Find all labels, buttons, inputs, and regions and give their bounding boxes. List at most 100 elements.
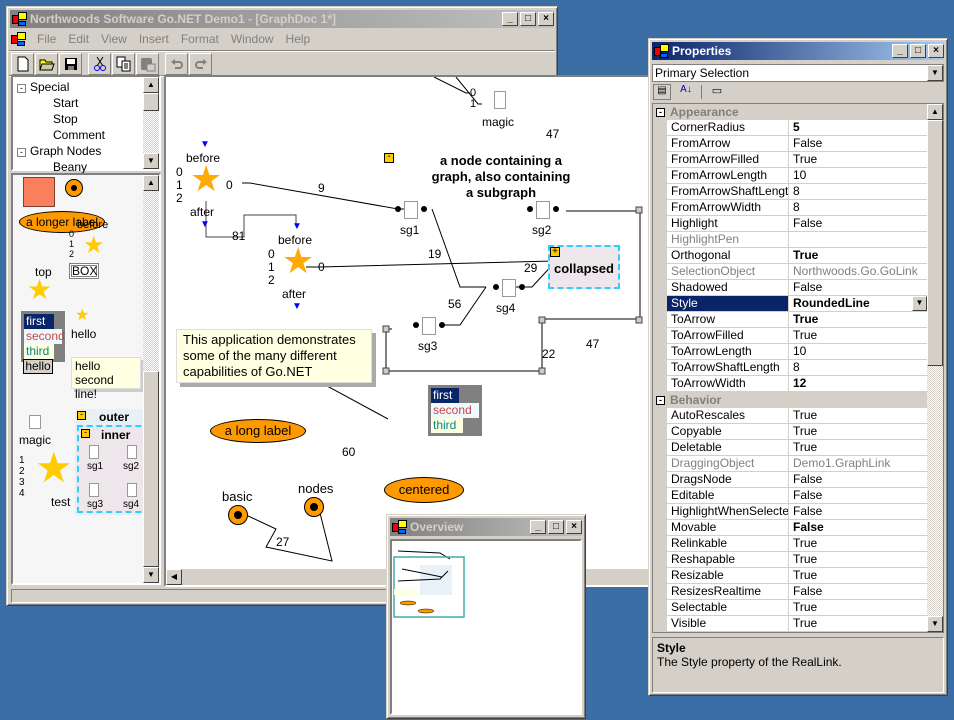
property-value[interactable]: True bbox=[789, 440, 929, 455]
property-name[interactable]: Style bbox=[667, 296, 789, 311]
close-button[interactable]: × bbox=[928, 44, 944, 58]
star-icon[interactable]: ★ bbox=[282, 241, 314, 281]
property-name[interactable]: HighlightWhenSelected bbox=[667, 504, 789, 519]
basic-circle-node[interactable] bbox=[228, 505, 248, 525]
tree-item-start[interactable]: Start bbox=[17, 95, 155, 111]
scroll-down-button[interactable]: ▼ bbox=[927, 616, 943, 632]
star-icon[interactable]: ★ bbox=[83, 231, 105, 260]
minimize-button[interactable]: _ bbox=[502, 12, 518, 26]
tree-item-stop[interactable]: Stop bbox=[17, 111, 155, 127]
property-row[interactable]: Visible True bbox=[653, 616, 929, 632]
star-icon[interactable]: ★ bbox=[27, 273, 52, 306]
property-row[interactable]: FromArrow False bbox=[653, 136, 929, 152]
property-row[interactable]: Shadowed False bbox=[653, 280, 929, 296]
property-row[interactable]: Relinkable True bbox=[653, 536, 929, 552]
property-name[interactable]: Copyable bbox=[667, 424, 789, 439]
tree-item-graph-nodes[interactable]: - Graph Nodes bbox=[17, 143, 155, 159]
property-value[interactable]: False bbox=[789, 504, 929, 519]
property-row[interactable]: Highlight False bbox=[653, 216, 929, 232]
property-value[interactable]: True bbox=[789, 424, 929, 439]
property-value[interactable]: 8 bbox=[789, 184, 929, 199]
property-row[interactable]: Editable False bbox=[653, 488, 929, 504]
palette-scrollbar[interactable]: ▲ ▼ bbox=[143, 175, 159, 583]
property-name[interactable]: Editable bbox=[667, 488, 789, 503]
property-value[interactable]: False bbox=[789, 136, 929, 151]
property-row[interactable]: Selectable True bbox=[653, 600, 929, 616]
property-value[interactable]: False bbox=[789, 520, 929, 535]
property-name[interactable]: ResizesRealtime bbox=[667, 584, 789, 599]
property-row[interactable]: SelectionObject Northwoods.Go.GoLink bbox=[653, 264, 929, 280]
property-name[interactable]: FromArrowFilled bbox=[667, 152, 789, 167]
collapse-icon[interactable]: - bbox=[656, 395, 665, 405]
document-icon[interactable] bbox=[422, 317, 436, 335]
list-item[interactable]: third bbox=[24, 344, 54, 359]
redo-icon[interactable] bbox=[189, 53, 212, 75]
minimize-button[interactable]: _ bbox=[530, 520, 546, 534]
scroll-left-button[interactable]: ◀ bbox=[166, 569, 182, 585]
magic-document-icon[interactable] bbox=[494, 91, 506, 109]
category-behavior[interactable]: - Behavior bbox=[653, 392, 929, 408]
list-item[interactable]: first bbox=[431, 388, 459, 403]
dropdown-arrow-icon[interactable]: ▼ bbox=[912, 296, 927, 311]
property-name[interactable]: Highlight bbox=[667, 216, 789, 231]
property-value[interactable]: 8 bbox=[789, 200, 929, 215]
property-name[interactable]: Shadowed bbox=[667, 280, 789, 295]
property-value[interactable] bbox=[789, 232, 929, 247]
property-value[interactable]: False bbox=[789, 216, 929, 231]
property-name[interactable]: DraggingObject bbox=[667, 456, 789, 471]
property-name[interactable]: FromArrowWidth bbox=[667, 200, 789, 215]
document-icon[interactable] bbox=[536, 201, 550, 219]
property-row[interactable]: FromArrowShaftLength 8 bbox=[653, 184, 929, 200]
copy-icon[interactable] bbox=[112, 53, 135, 75]
categorized-icon[interactable]: ▤ bbox=[653, 84, 671, 100]
document-icon[interactable] bbox=[404, 201, 418, 219]
property-row[interactable]: DraggingObject Demo1.GraphLink bbox=[653, 456, 929, 472]
palette-listbox[interactable]: first second third bbox=[21, 311, 65, 362]
menu-insert[interactable]: Insert bbox=[133, 32, 175, 46]
alphabetical-icon[interactable]: A↓ bbox=[677, 84, 695, 100]
property-name[interactable]: DragsNode bbox=[667, 472, 789, 487]
property-name[interactable]: Relinkable bbox=[667, 536, 789, 551]
property-name[interactable]: ToArrowFilled bbox=[667, 328, 789, 343]
minimize-button[interactable]: _ bbox=[892, 44, 908, 58]
document-icon[interactable] bbox=[502, 279, 516, 297]
property-row[interactable]: ToArrowWidth 12 bbox=[653, 376, 929, 392]
property-name[interactable]: ToArrowLength bbox=[667, 344, 789, 359]
undo-icon[interactable] bbox=[165, 53, 188, 75]
property-value[interactable]: 8 bbox=[789, 360, 929, 375]
scroll-thumb[interactable] bbox=[143, 371, 159, 567]
dropdown-arrow-icon[interactable]: ▼ bbox=[927, 65, 943, 81]
property-row[interactable]: Reshapable True bbox=[653, 552, 929, 568]
property-value[interactable]: True bbox=[789, 552, 929, 567]
menu-file[interactable]: File bbox=[31, 32, 62, 46]
property-name[interactable]: ToArrowShaftLength bbox=[667, 360, 789, 375]
menu-edit[interactable]: Edit bbox=[62, 32, 95, 46]
list-item[interactable]: third bbox=[431, 418, 463, 433]
magic-label[interactable]: magic bbox=[482, 115, 514, 129]
property-name[interactable]: SelectionObject bbox=[667, 264, 789, 279]
scroll-thumb[interactable] bbox=[143, 93, 159, 111]
open-icon[interactable] bbox=[35, 53, 58, 75]
menu-view[interactable]: View bbox=[95, 32, 133, 46]
property-value[interactable]: 12 bbox=[789, 376, 929, 391]
property-value[interactable]: False bbox=[789, 280, 929, 295]
palette-circle[interactable] bbox=[65, 179, 83, 197]
property-name[interactable]: Deletable bbox=[667, 440, 789, 455]
collapse-icon[interactable]: - bbox=[384, 152, 394, 163]
maximize-button[interactable]: □ bbox=[910, 44, 926, 58]
close-button[interactable]: × bbox=[538, 12, 554, 26]
property-row[interactable]: Style RoundedLine ▼ bbox=[653, 296, 929, 312]
menu-format[interactable]: Format bbox=[175, 32, 225, 46]
property-row[interactable]: Copyable True bbox=[653, 424, 929, 440]
properties-title-bar[interactable]: Properties _ □ × bbox=[652, 42, 944, 60]
collapse-icon[interactable]: - bbox=[81, 428, 90, 438]
property-row[interactable]: DragsNode False bbox=[653, 472, 929, 488]
property-row[interactable]: ToArrow True bbox=[653, 312, 929, 328]
tree-item-comment[interactable]: Comment bbox=[17, 127, 155, 143]
property-name[interactable]: HighlightPen bbox=[667, 232, 789, 247]
long-label-ellipse[interactable]: a long label bbox=[210, 419, 306, 443]
property-name[interactable]: Selectable bbox=[667, 600, 789, 615]
property-value[interactable]: 5 bbox=[789, 120, 929, 135]
doc-icon[interactable] bbox=[11, 31, 27, 47]
property-row[interactable]: ResizesRealtime False bbox=[653, 584, 929, 600]
